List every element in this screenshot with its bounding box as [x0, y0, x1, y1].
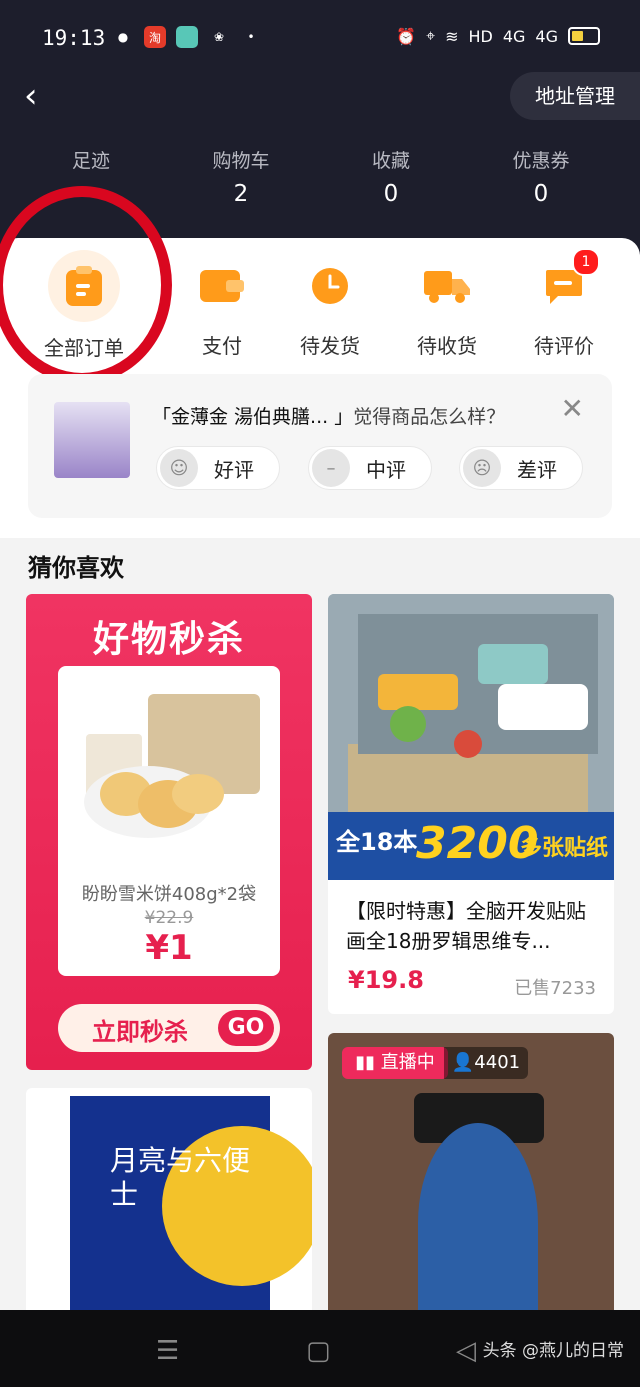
- squirrel-icon: ❀: [213, 30, 225, 44]
- flash-old-price: ¥22.9: [144, 908, 194, 928]
- order-label: 支付: [202, 334, 242, 358]
- product-thumbnail[interactable]: [54, 402, 130, 478]
- product-sold-count: 已售7233: [514, 978, 596, 999]
- order-to-ship[interactable]: 待发货: [275, 260, 385, 359]
- product-price: ¥19.8: [348, 966, 424, 994]
- order-to-receive[interactable]: 待收货: [392, 260, 502, 359]
- product-card-sticker-book[interactable]: 全18本 3200 多张贴纸 【限时特惠】全脑开发贴贴画全18册罗辑思维专...…: [328, 594, 614, 1014]
- watermark: 头条 @燕儿的日常: [482, 1341, 624, 1361]
- close-icon[interactable]: ✕: [561, 392, 584, 425]
- flash-sale-card[interactable]: 好物秒杀 盼盼雪米饼408g*2袋 ¥22.9 ¥1 立即秒杀 GO: [26, 594, 312, 1070]
- wallet-icon: [196, 260, 248, 312]
- signal-4g-1: 4G: [502, 26, 526, 46]
- smile-face-icon: ☺: [160, 449, 198, 487]
- product-card-book[interactable]: 月亮与六便士: [26, 1088, 312, 1318]
- chevron-left-icon: ‹: [24, 76, 38, 116]
- review-option-label: 差评: [517, 457, 557, 482]
- book-title: 月亮与六便士: [110, 1144, 251, 1211]
- live-stream-person: [418, 1123, 538, 1318]
- location-icon: ⌖: [426, 26, 436, 45]
- review-question: 「金薄金 湯伯典膳... 」觉得商品怎么样？: [152, 402, 505, 429]
- viewer-count-value: 4401: [474, 1052, 521, 1073]
- taobao-icon: 淘: [144, 26, 166, 48]
- order-label: 待收货: [417, 334, 477, 358]
- alarm-icon: ⏰: [396, 26, 417, 46]
- clock-icon: [304, 260, 356, 312]
- stat-cart[interactable]: 购物车 2: [166, 146, 316, 207]
- signal-4g-2: 4G: [535, 26, 558, 46]
- dot-icon: •: [247, 30, 255, 44]
- status-left-icons: ● 淘 ❀ •: [112, 26, 262, 48]
- flash-sale-buy-button[interactable]: 立即秒杀 GO: [58, 1004, 280, 1052]
- go-badge: GO: [218, 1010, 274, 1046]
- stat-label: 优惠券: [512, 150, 570, 172]
- review-question-text: 觉得商品怎么样？: [353, 406, 506, 428]
- status-bar: 19:13 ● 淘 ❀ • ⏰ ⌖ ≋ HD 4G 4G: [0, 0, 640, 80]
- menu-icon[interactable]: ☰: [156, 1336, 179, 1366]
- sticker-book-banner: 全18本 3200 多张贴纸: [328, 812, 614, 880]
- buy-button-label: 立即秒杀: [92, 1018, 188, 1046]
- person-icon: 👤: [451, 1052, 475, 1073]
- order-label: 待评价: [534, 334, 594, 358]
- review-prompt: 「金薄金 湯伯典膳... 」觉得商品怎么样？ ✕ ☺ 好评 – 中评 ☹ 差评: [28, 374, 612, 518]
- viewer-count: 👤4401: [444, 1047, 528, 1079]
- banner-text: 多张贴纸: [520, 836, 609, 861]
- comment-icon: 1: [538, 248, 600, 312]
- live-badge: ▮▮ 直播中: [342, 1047, 448, 1079]
- order-label: 待发货: [300, 334, 360, 358]
- flash-price: ¥1: [145, 928, 193, 968]
- product-title: 【限时特惠】全脑开发贴贴画全18册罗辑思维专...: [346, 899, 586, 953]
- annotation-circle: [0, 186, 172, 384]
- stat-value: 0: [383, 181, 399, 207]
- section-title: 猜你喜欢: [28, 554, 124, 582]
- flash-product-name: 盼盼雪米饼408g*2袋: [81, 884, 257, 905]
- status-time: 19:13: [42, 26, 106, 50]
- book-cover-image: 月亮与六便士: [70, 1096, 312, 1318]
- order-payment[interactable]: 支付: [167, 260, 277, 359]
- order-to-review[interactable]: 1 待评价: [509, 248, 619, 359]
- rice-cracker-image: [84, 694, 260, 838]
- stat-favorites[interactable]: 收藏 0: [316, 146, 466, 207]
- network-label: HD: [468, 26, 493, 46]
- stat-label: 收藏: [371, 150, 410, 172]
- review-product-name: 「金薄金 湯伯典膳... 」: [152, 406, 354, 428]
- stat-coupons[interactable]: 优惠券 0: [466, 146, 616, 207]
- stat-label: 购物车: [212, 150, 270, 172]
- wechat-icon: ●: [117, 30, 129, 44]
- review-count-badge: 1: [572, 248, 600, 276]
- live-stream-card[interactable]: ▮▮ 直播中 👤4401: [328, 1033, 614, 1318]
- flash-sale-header: 好物秒杀: [92, 619, 245, 660]
- banner-count: 全18本: [336, 828, 418, 856]
- truck-icon: [421, 260, 473, 312]
- stat-value: 2: [233, 181, 249, 207]
- flash-sale-product[interactable]: 盼盼雪米饼408g*2袋 ¥22.9 ¥1: [58, 666, 280, 976]
- wifi-icon: ≋: [445, 26, 459, 46]
- battery-icon: [568, 27, 600, 45]
- good-review-button[interactable]: ☺ 好评: [156, 446, 280, 490]
- stat-label: 足迹: [71, 150, 110, 172]
- review-option-label: 中评: [366, 457, 406, 482]
- home-icon[interactable]: ▢: [306, 1336, 331, 1366]
- live-label: 直播中: [380, 1052, 435, 1073]
- system-nav-bar: ☰ ▢ ◁ 头条 @燕儿的日常: [0, 1310, 640, 1387]
- app-icon: [176, 26, 198, 48]
- status-right-icons: ⏰ ⌖ ≋ HD 4G 4G: [396, 26, 600, 46]
- stat-value: 0: [533, 181, 549, 207]
- live-bars-icon: ▮▮: [355, 1052, 381, 1073]
- back-nav-icon[interactable]: ◁: [456, 1336, 476, 1366]
- review-option-label: 好评: [214, 457, 254, 482]
- neutral-face-icon: –: [312, 449, 350, 487]
- bad-review-button[interactable]: ☹ 差评: [459, 446, 583, 490]
- neutral-review-button[interactable]: – 中评: [308, 446, 432, 490]
- address-management-button[interactable]: 地址管理: [510, 72, 640, 120]
- back-button[interactable]: ‹: [24, 78, 54, 114]
- sad-face-icon: ☹: [463, 449, 501, 487]
